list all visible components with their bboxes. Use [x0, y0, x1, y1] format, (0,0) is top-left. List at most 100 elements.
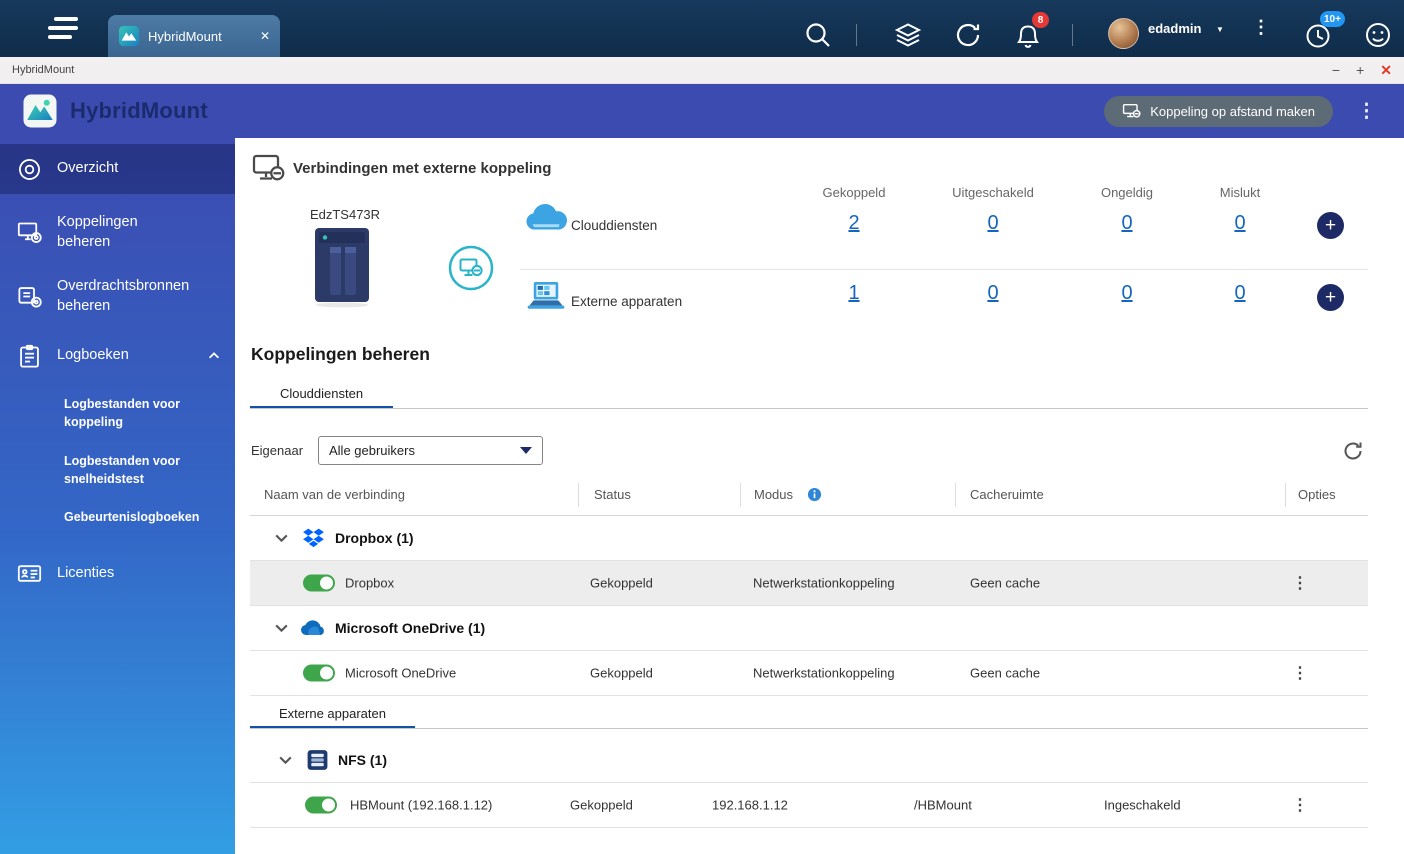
dropdown-caret-icon [520, 447, 532, 454]
maximize-icon[interactable]: + [1356, 63, 1364, 77]
cloud-services-icon [526, 204, 567, 230]
notifications-button[interactable]: 8 [1012, 12, 1049, 51]
owner-select-value: Alle gebruikers [329, 443, 415, 458]
manage-section-title: Koppelingen beheren [251, 344, 430, 364]
minimize-icon[interactable]: − [1332, 63, 1340, 77]
sidebar-item-label: Licenties [57, 565, 115, 582]
row-options-icon[interactable]: ⋮ [1290, 573, 1310, 593]
row-options-icon[interactable]: ⋮ [1290, 795, 1310, 815]
count-ext-mounted[interactable]: 1 [784, 282, 924, 305]
count-cloud-mounted[interactable]: 2 [784, 212, 924, 235]
tab-cloud-services[interactable]: Clouddiensten [250, 386, 393, 401]
main-menu-icon[interactable] [48, 17, 78, 44]
remote-connections-icon [252, 154, 285, 181]
chevron-down-icon[interactable] [273, 530, 290, 547]
tabbar-divider [250, 408, 1368, 409]
table-header-options: Opties [1298, 487, 1336, 502]
overview-row-label: Externe apparaten [571, 294, 683, 309]
owner-select[interactable]: Alle gebruikers [318, 436, 543, 465]
mount-toggle[interactable] [303, 664, 335, 682]
nas-name-label: EdzTS473R [309, 207, 381, 222]
plus-icon: + [1324, 215, 1337, 236]
overview-panel-title: Verbindingen met externe koppeling [293, 160, 552, 177]
toggle-knob [320, 666, 333, 680]
topbar-more-icon[interactable]: ⋮ [1252, 17, 1270, 38]
count-cloud-failed[interactable]: 0 [1170, 212, 1310, 235]
toggle-knob [322, 798, 335, 812]
transfer-resources-icon [18, 287, 42, 308]
sidebar-subitem-speedtest-logs[interactable]: Logbestanden voor snelheidstest [0, 447, 225, 493]
column-header-failed: Mislukt [1219, 185, 1261, 200]
connection-cache: Geen cache [970, 575, 1041, 591]
external-devices-icon [527, 282, 565, 309]
connection-status: Gekoppeld [590, 665, 653, 681]
table-row[interactable]: Dropbox Gekoppeld Netwerkstationkoppelin… [250, 561, 1368, 606]
count-cloud-disabled[interactable]: 0 [923, 212, 1063, 235]
topbar-divider [1072, 24, 1073, 46]
column-header-disabled: Uitgeschakeld [952, 185, 1034, 200]
username-label[interactable]: edadmin [1148, 21, 1201, 36]
mount-toggle[interactable] [305, 796, 337, 814]
tab-close-icon[interactable]: ✕ [260, 29, 270, 43]
column-divider [578, 483, 579, 507]
sidebar-item-transfer-resources[interactable]: Overdrachtsbronnen beheren [0, 271, 235, 322]
search-icon[interactable] [802, 19, 834, 51]
sidebar-item-licenses[interactable]: Licenties [0, 549, 235, 599]
connection-mode: Netwerkstationkoppeling [753, 665, 895, 681]
count-ext-disabled[interactable]: 0 [923, 282, 1063, 305]
nas-device-icon [315, 228, 369, 308]
user-menu-caret-icon[interactable]: ▼ [1216, 25, 1224, 34]
overview-row-label: Clouddiensten [571, 218, 658, 233]
qts-topbar: HybridMount ✕ 8 edadmin ▼ ⋮ 10+ [0, 0, 1404, 57]
remote-mount-button[interactable]: Koppeling op afstand maken [1104, 95, 1333, 127]
tab-external-devices[interactable]: Externe apparaten [250, 706, 415, 721]
assistant-icon[interactable] [1362, 19, 1394, 51]
tab-hybridmount[interactable]: HybridMount ✕ [108, 15, 280, 57]
sync-status-icon[interactable] [952, 19, 984, 51]
mount-toggle[interactable] [303, 574, 335, 592]
row-options-icon[interactable]: ⋮ [1290, 663, 1310, 683]
connection-name: Dropbox [345, 575, 395, 591]
background-tasks-icon[interactable] [892, 19, 924, 51]
window-titlebar: HybridMount − + ✕ [0, 57, 1404, 84]
chevron-up-icon[interactable] [207, 349, 221, 363]
sidebar-item-manage-mounts[interactable]: Koppelingen beheren [0, 207, 235, 258]
table-header-status: Status [594, 487, 631, 502]
sidebar-subitem-event-logs[interactable]: Gebeurtenislogboeken [0, 503, 235, 531]
table-row[interactable]: Microsoft OneDrive Gekoppeld Netwerkstat… [250, 651, 1368, 696]
group-label[interactable]: NFS (1) [338, 752, 387, 768]
connection-name: Microsoft OneDrive [345, 665, 457, 681]
count-ext-failed[interactable]: 0 [1170, 282, 1310, 305]
table-row[interactable]: HBMount (192.168.1.12) Gekoppeld 192.168… [250, 783, 1368, 828]
manage-mounts-icon [17, 222, 42, 244]
add-cloud-mount-button[interactable]: + [1317, 212, 1344, 239]
sidebar-item-overview[interactable]: Overzicht [0, 144, 235, 194]
connection-mode: Netwerkstationkoppeling [753, 575, 895, 591]
logs-icon [20, 344, 39, 368]
window-close-icon[interactable]: ✕ [1380, 63, 1392, 77]
group-label[interactable]: Dropbox (1) [335, 530, 414, 546]
sidebar-item-logs[interactable]: Logboeken [0, 335, 235, 377]
sidebar-item-label: Koppelingen beheren [57, 214, 138, 250]
info-icon[interactable] [807, 487, 822, 502]
refresh-table-icon[interactable] [1341, 439, 1365, 463]
sidebar-subitem-mount-logs[interactable]: Logbestanden voor koppeling [0, 390, 225, 436]
nfs-icon [307, 750, 328, 770]
connection-ip: 192.168.1.12 [712, 797, 788, 813]
app-header-more-icon[interactable]: ⋮ [1357, 100, 1376, 123]
group-label[interactable]: Microsoft OneDrive (1) [335, 620, 485, 636]
sidebar-item-label: Overdrachtsbronnen beheren [57, 278, 190, 314]
sidebar-item-label: Overzicht [57, 160, 119, 177]
recent-tasks-button[interactable]: 10+ [1302, 11, 1345, 51]
add-external-mount-button[interactable]: + [1317, 284, 1344, 311]
topbar-divider [856, 24, 857, 46]
plus-icon: + [1324, 287, 1337, 308]
user-avatar[interactable] [1108, 18, 1139, 49]
table-header-cache: Cacheruimte [970, 487, 1044, 502]
connection-path: /HBMount [914, 797, 972, 813]
dropbox-icon [303, 528, 324, 548]
sidebar-item-label: Logboeken [57, 347, 129, 364]
owner-filter-label: Eigenaar [251, 443, 304, 458]
chevron-down-icon[interactable] [273, 620, 290, 637]
chevron-down-icon[interactable] [277, 752, 294, 769]
